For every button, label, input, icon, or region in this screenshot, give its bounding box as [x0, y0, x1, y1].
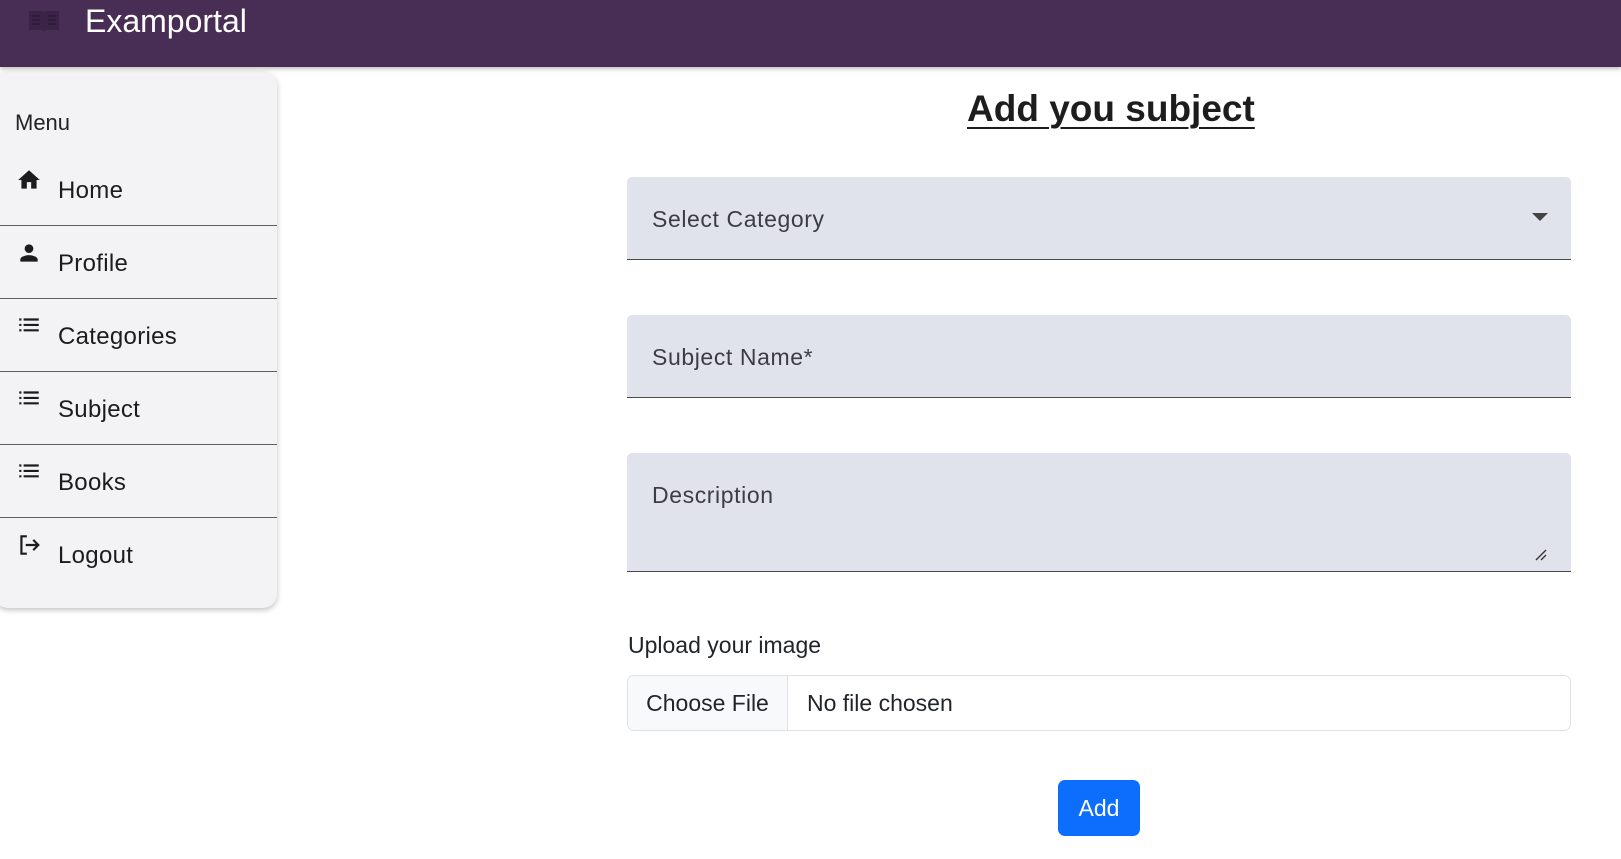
sidebar-item-subject[interactable]: Subject: [0, 372, 277, 445]
sidebar-item-label: Subject: [58, 396, 141, 423]
sidebar-item-label: Categories: [58, 323, 178, 350]
description-placeholder: Description: [652, 482, 774, 508]
category-select[interactable]: Select Category: [627, 177, 1571, 260]
book-icon: [29, 11, 59, 32]
sidebar-item-profile[interactable]: Profile: [0, 226, 277, 299]
sidebar-item-categories[interactable]: Categories: [0, 299, 277, 372]
page-title: Add you subject: [967, 88, 1255, 136]
file-input[interactable]: Choose File No file chosen: [627, 675, 1571, 731]
sidebar-item-label: Profile: [58, 250, 129, 277]
logout-icon: [20, 535, 40, 555]
app-title[interactable]: Examportal: [85, 2, 247, 40]
menu-title: Menu: [15, 110, 71, 135]
list-icon: [19, 464, 39, 478]
subject-name-input[interactable]: Subject Name*: [627, 315, 1571, 398]
chevron-down-icon: [1532, 213, 1548, 221]
description-textarea[interactable]: Description: [627, 453, 1571, 572]
sidebar-item-home[interactable]: Home: [0, 153, 277, 226]
file-status-text: No file chosen: [807, 690, 953, 716]
subject-name-placeholder: Subject Name*: [652, 344, 814, 370]
page-title-text: Add you subject: [967, 88, 1255, 129]
list-icon: [19, 391, 39, 405]
category-select-placeholder: Select Category: [652, 206, 825, 232]
resize-handle-icon[interactable]: [1533, 547, 1547, 561]
list-icon: [19, 318, 39, 332]
sidebar-item-books[interactable]: Books: [0, 445, 277, 518]
upload-label: Upload your image: [628, 632, 822, 658]
top-navbar: Examportal: [0, 0, 1621, 67]
add-button[interactable]: Add: [1058, 780, 1140, 836]
sidebar-item-label: Books: [58, 469, 127, 496]
person-icon: [20, 244, 38, 262]
sidebar-item-logout[interactable]: Logout: [0, 518, 277, 591]
sidebar-item-label: Home: [58, 177, 124, 204]
sidebar: Menu Home Profile Categories Subject Boo…: [0, 72, 277, 608]
choose-file-button[interactable]: Choose File: [628, 676, 788, 730]
sidebar-item-label: Logout: [58, 542, 134, 569]
home-icon: [18, 170, 40, 189]
